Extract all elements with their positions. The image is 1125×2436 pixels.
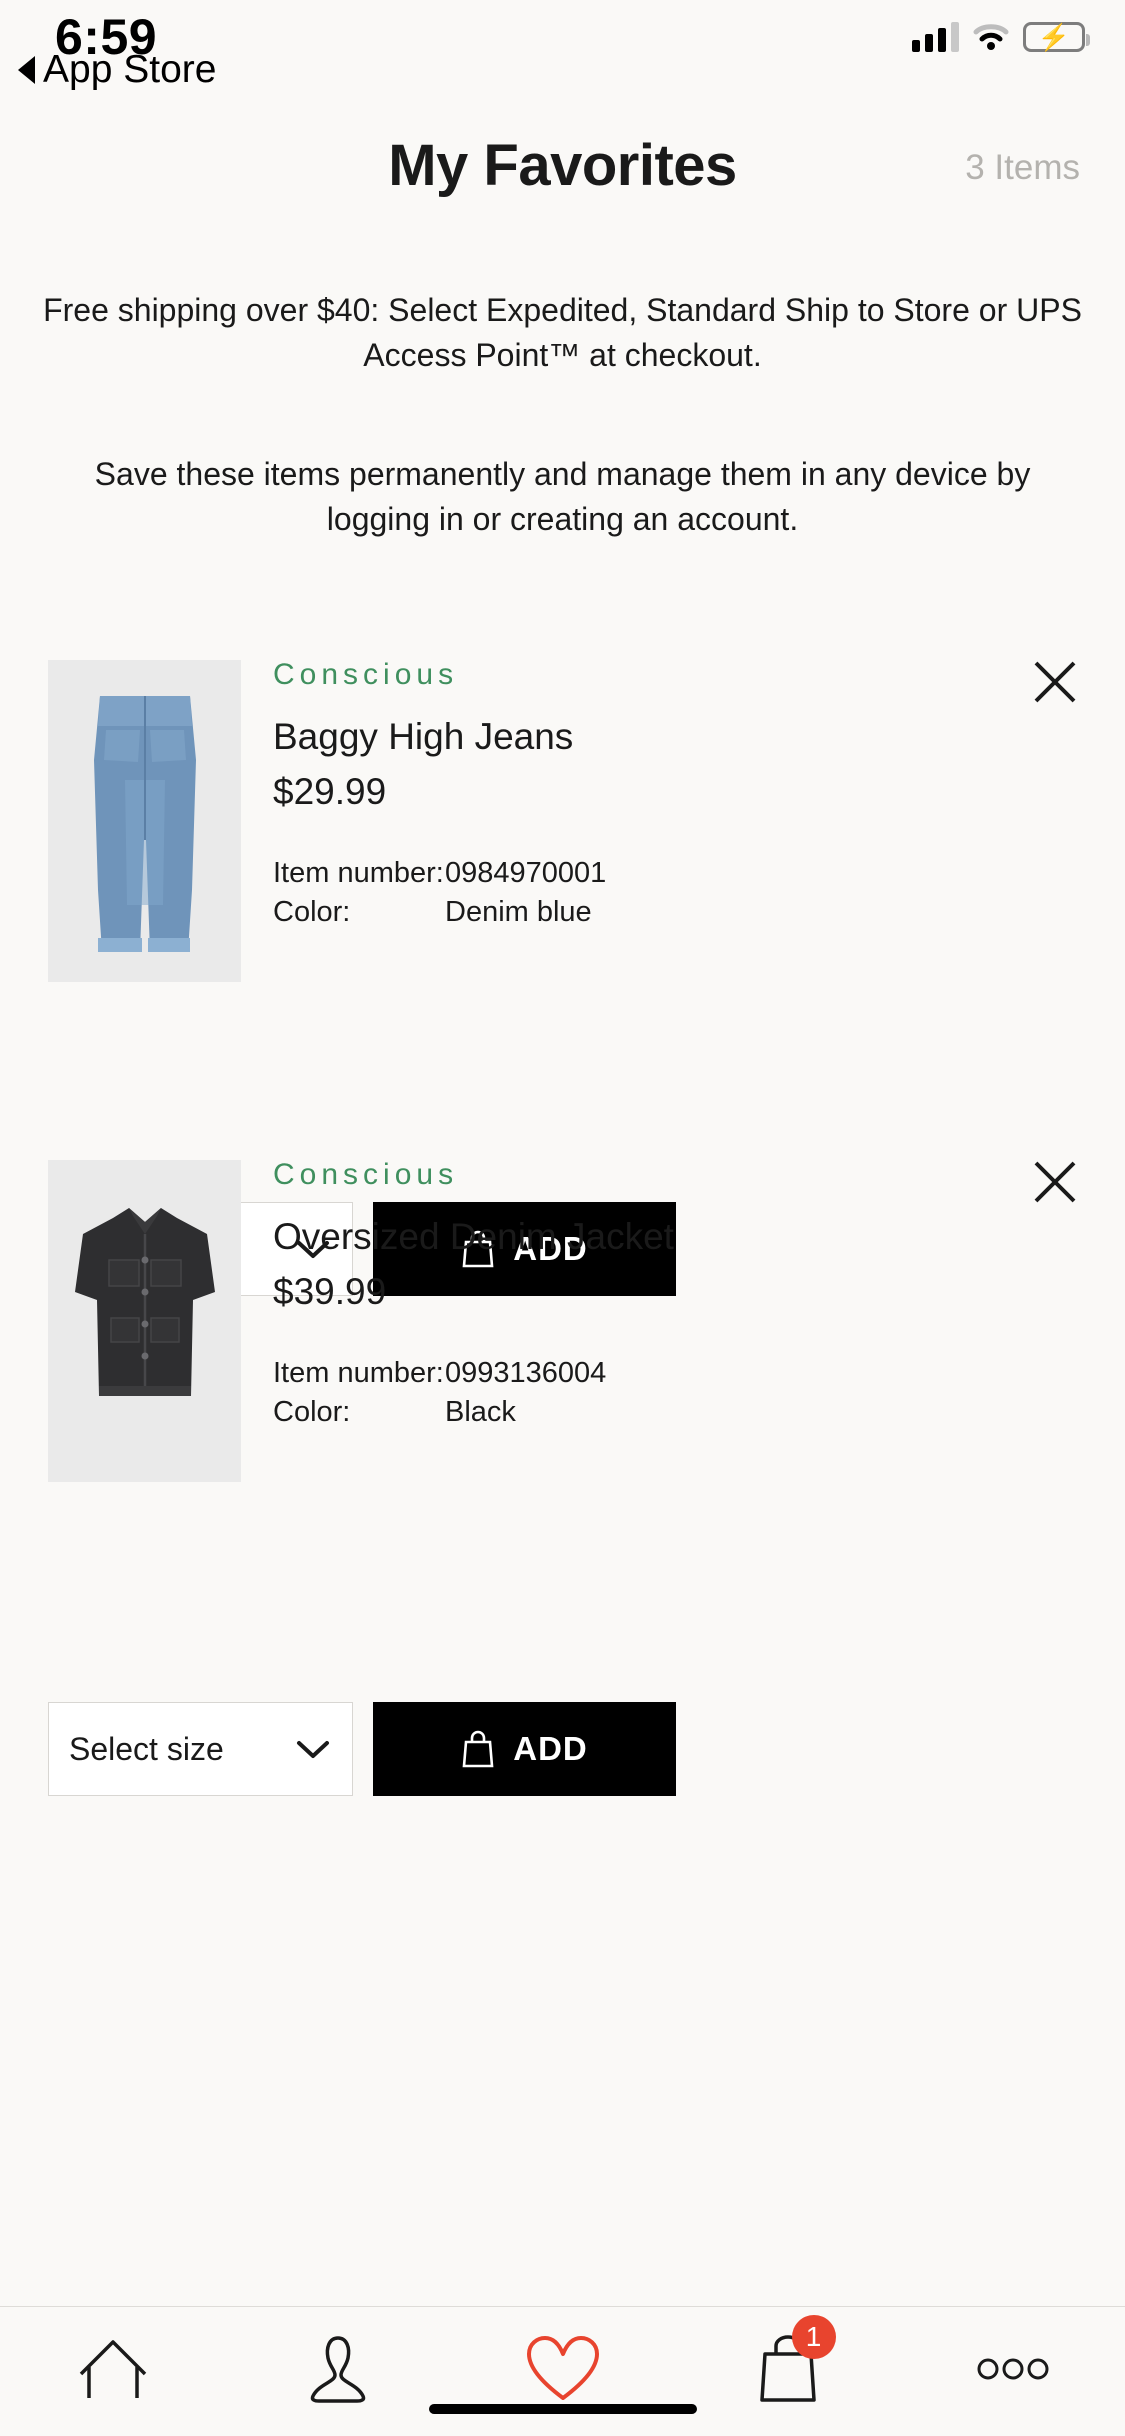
- back-triangle-icon: [18, 56, 35, 84]
- more-dots-icon: [977, 2358, 1048, 2380]
- close-icon: [1034, 1161, 1076, 1203]
- cellular-signal-icon: [912, 22, 959, 52]
- item-number-row: Item number: 0993136004: [273, 1357, 1077, 1390]
- home-indicator: [428, 2404, 697, 2414]
- tab-more[interactable]: [953, 2329, 1073, 2409]
- color-row: Color: Denim blue: [273, 895, 1077, 928]
- chevron-down-icon: [297, 1741, 329, 1758]
- person-icon: [310, 2336, 365, 2403]
- status-bar: 6:59 App Store ⚡: [0, 0, 1125, 132]
- denim-jacket-thumbnail: [74, 1208, 215, 1396]
- item-number-row: Item number: 0984970001: [273, 857, 1077, 890]
- color-value: Denim blue: [445, 895, 592, 928]
- color-row: Color: Black: [273, 1395, 1077, 1428]
- product-image[interactable]: [48, 1160, 241, 1482]
- account-message: Save these items permanently and manage …: [94, 456, 1031, 538]
- brand-tag: Conscious: [273, 658, 459, 691]
- tab-home[interactable]: [53, 2329, 173, 2409]
- item-number-label: Item number:: [273, 857, 444, 890]
- product-image[interactable]: [48, 660, 241, 982]
- wifi-icon: [973, 23, 1009, 51]
- product-name[interactable]: Baggy High Jeans: [273, 716, 1077, 758]
- product-price: $29.99: [273, 770, 387, 812]
- remove-item-button[interactable]: [1027, 1154, 1083, 1210]
- status-icons: ⚡: [912, 22, 1090, 52]
- add-button-label: ADD: [513, 1730, 588, 1767]
- jeans-thumbnail: [93, 696, 196, 952]
- product-info: Conscious Baggy High Jeans $29.99 Item n…: [273, 660, 1077, 935]
- product-actions: Select size ADD: [0, 1702, 1125, 1796]
- close-icon: [1034, 661, 1076, 703]
- color-value: Black: [445, 1395, 516, 1428]
- tab-account[interactable]: [278, 2329, 398, 2409]
- color-label: Color:: [273, 895, 351, 928]
- bottom-tab-bar: 1: [0, 2306, 1125, 2436]
- size-select-dropdown[interactable]: Select size: [48, 1702, 353, 1796]
- bag-badge: 1: [791, 2315, 836, 2359]
- tab-bag[interactable]: 1: [728, 2315, 848, 2409]
- heart-icon: [526, 2336, 599, 2400]
- item-number-value: 0993136004: [445, 1357, 607, 1390]
- add-to-bag-button[interactable]: ADD: [373, 1702, 676, 1796]
- page-title: My Favorites: [388, 133, 737, 198]
- remove-item-button[interactable]: [1027, 654, 1083, 710]
- color-label: Color:: [273, 1395, 351, 1428]
- size-select-label: Select size: [69, 1730, 224, 1767]
- battery-charging-icon: ⚡: [1023, 22, 1090, 52]
- item-number-label: Item number:: [273, 1357, 444, 1390]
- page-header: My Favorites 3 Items: [0, 132, 1125, 220]
- brand-tag: Conscious: [273, 1158, 459, 1191]
- product-name[interactable]: Oversized Denim Jacket: [273, 1216, 1077, 1258]
- product-meta: Item number: 0993136004 Color: Black: [273, 1358, 1077, 1428]
- item-number-value: 0984970001: [445, 857, 607, 890]
- home-icon: [79, 2340, 146, 2398]
- item-count-label: 3 Items: [965, 148, 1080, 187]
- app-screen: 6:59 App Store ⚡ My Favorites 3 Items Fr…: [0, 0, 1125, 2436]
- product-info: Conscious Oversized Denim Jacket $39.99 …: [273, 1160, 1077, 1435]
- tab-favorites[interactable]: [503, 2329, 623, 2409]
- product-price: $39.99: [273, 1270, 387, 1312]
- back-label: App Store: [43, 48, 217, 91]
- shipping-banner: Free shipping over $40: Select Expedited…: [43, 292, 1082, 374]
- back-to-app-store-link[interactable]: App Store: [18, 48, 216, 92]
- product-meta: Item number: 0984970001 Color: Denim blu…: [273, 858, 1077, 928]
- shopping-bag-icon: [462, 1730, 494, 1768]
